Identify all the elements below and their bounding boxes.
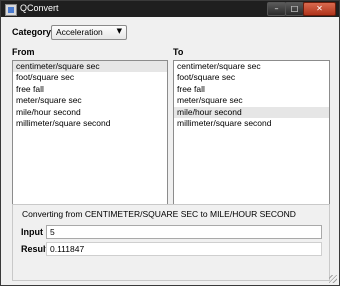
app-window: QConvert – □ ✕ Category Acceleration ▼ F… xyxy=(0,0,340,286)
from-unit-item[interactable]: millimeter/square second xyxy=(13,118,167,129)
from-unit-item[interactable]: centimeter/square sec xyxy=(13,61,167,73)
to-unit-item[interactable]: free fall xyxy=(174,84,329,95)
category-label: Category xyxy=(12,27,52,37)
close-button[interactable]: ✕ xyxy=(303,2,336,16)
title-bar[interactable]: QConvert – □ ✕ xyxy=(1,1,339,17)
category-dropdown[interactable]: Acceleration ▼ xyxy=(51,25,127,40)
conversion-description: Converting from CENTIMETER/SQUARE SEC to… xyxy=(22,209,296,219)
from-unit-item[interactable]: mile/hour second xyxy=(13,107,167,118)
input-value: 5 xyxy=(50,227,55,237)
to-unit-item[interactable]: millimeter/square second xyxy=(174,118,329,129)
from-unit-item[interactable]: foot/square sec xyxy=(13,72,167,83)
result-field[interactable]: 0.111847 xyxy=(46,242,322,256)
input-label: Input xyxy=(21,227,43,237)
to-unit-item[interactable]: meter/square sec xyxy=(174,95,329,106)
from-unit-list[interactable]: centimeter/square sec foot/square sec free… xyxy=(12,60,168,205)
to-unit-item[interactable]: centimeter/square sec xyxy=(174,61,329,72)
from-unit-item[interactable]: meter/square sec xyxy=(13,95,167,106)
result-value: 0.111847 xyxy=(50,244,85,254)
result-label: Result xyxy=(21,244,49,254)
to-unit-item[interactable]: mile/hour second xyxy=(174,106,329,118)
maximize-button[interactable]: □ xyxy=(285,2,304,16)
window-title: QConvert xyxy=(20,3,59,13)
resize-grip[interactable] xyxy=(329,275,337,283)
minimize-button[interactable]: – xyxy=(267,2,286,16)
from-label: From xyxy=(12,47,35,57)
chevron-down-icon: ▼ xyxy=(116,27,122,35)
to-unit-list[interactable]: centimeter/square sec foot/square sec free… xyxy=(173,60,330,205)
to-label: To xyxy=(173,47,184,57)
input-field[interactable]: 5 xyxy=(46,225,322,239)
from-unit-item[interactable]: free fall xyxy=(13,84,167,95)
category-value: Acceleration xyxy=(56,27,103,37)
app-icon xyxy=(5,4,17,16)
to-unit-item[interactable]: foot/square sec xyxy=(174,72,329,83)
